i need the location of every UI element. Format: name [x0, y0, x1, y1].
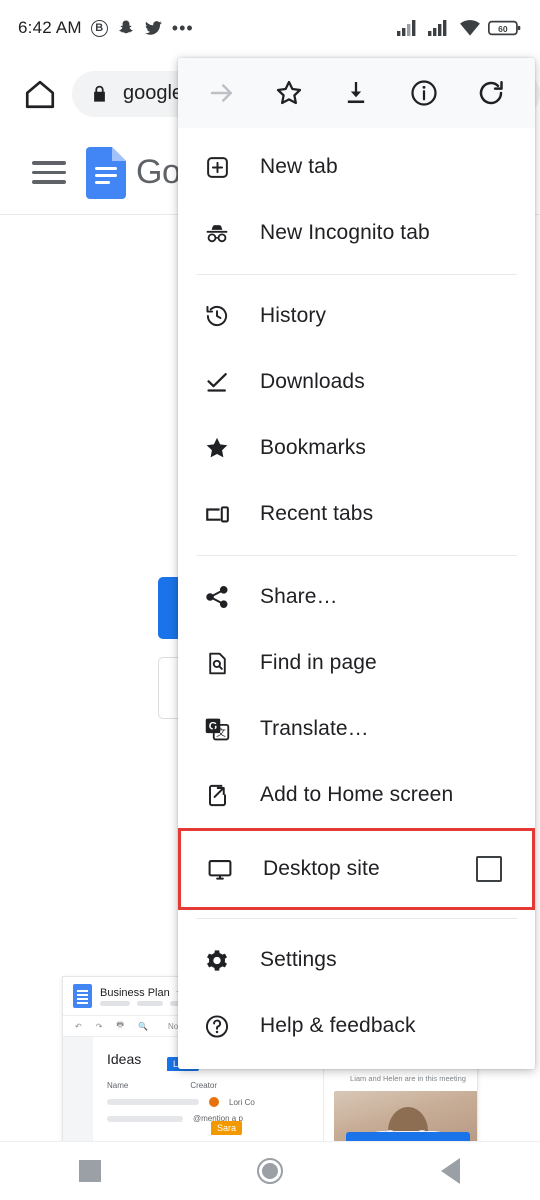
back-triangle-icon [440, 1158, 460, 1184]
desktop-site-checkbox[interactable] [476, 856, 502, 882]
menu-item-label: Desktop site [263, 857, 380, 880]
google-docs-brand: Go [86, 146, 181, 199]
reload-icon[interactable] [465, 67, 517, 119]
signal-bars-icon [397, 20, 416, 36]
menu-item-label: Downloads [260, 370, 365, 393]
history-icon [204, 303, 230, 329]
menu-item-label: Bookmarks [260, 436, 366, 459]
product-doc-title: Business Plan [100, 986, 170, 999]
twitter-icon [144, 21, 162, 35]
menu-item-label: Recent tabs [260, 502, 374, 525]
menu-divider [196, 274, 517, 275]
forward-arrow-icon[interactable] [196, 67, 248, 119]
home-button[interactable] [225, 1142, 315, 1200]
brand-text: Go [136, 153, 181, 191]
b-badge-icon: B [90, 19, 108, 37]
incognito-icon [204, 220, 230, 247]
star-filled-icon [204, 435, 230, 461]
product-doc-table: Name Creator Lori Co @mention a p [107, 1081, 323, 1123]
android-nav-bar [0, 1141, 540, 1200]
status-bar-clock: 6:42 AM [18, 18, 82, 37]
menu-item-new-incognito-tab[interactable]: New Incognito tab [178, 200, 535, 266]
status-bar: 6:42 AM B ••• 60 [0, 0, 540, 56]
menu-item-label: Share… [260, 585, 338, 608]
new-tab-icon [204, 155, 230, 180]
battery-icon: 60 [488, 20, 521, 36]
recent-tabs-icon [204, 501, 230, 528]
info-icon[interactable] [398, 67, 450, 119]
menu-item-new-tab[interactable]: New tab [178, 134, 535, 200]
battery-level-text: 60 [498, 24, 508, 34]
phone-screen: 6:42 AM B ••• 60 google Go Business Plan… [0, 0, 540, 1200]
menu-item-downloads[interactable]: Downloads [178, 349, 535, 415]
chrome-app-menu: New tab New Incognito tab History Downlo… [178, 58, 535, 1069]
table-header-name: Name [107, 1081, 129, 1090]
star-icon[interactable] [263, 67, 315, 119]
wifi-icon [460, 20, 480, 36]
recents-button[interactable] [45, 1142, 135, 1200]
menu-item-add-to-home-screen[interactable]: Add to Home screen [178, 762, 535, 828]
menu-item-find-in-page[interactable]: Find in page [178, 630, 535, 696]
menu-item-share[interactable]: Share… [178, 564, 535, 630]
back-button[interactable] [405, 1142, 495, 1200]
translate-icon: G 文 [204, 716, 230, 742]
collaborator-tag-sara: Sara [211, 1121, 243, 1135]
app-menu-list: New tab New Incognito tab History Downlo… [178, 128, 535, 1069]
menu-divider [196, 555, 517, 556]
download-icon[interactable] [330, 67, 382, 119]
menu-item-label: Translate… [260, 717, 369, 740]
snapchat-icon [119, 20, 133, 34]
menu-divider [196, 918, 517, 919]
menu-item-desktop-site[interactable]: Desktop site [178, 828, 535, 910]
more-dots-icon: ••• [171, 18, 194, 38]
desktop-icon [207, 856, 233, 883]
menu-item-label: Settings [260, 948, 337, 971]
gear-icon [204, 947, 230, 974]
menu-item-translate[interactable]: G 文 Translate… [178, 696, 535, 762]
signal-bars-icon [428, 20, 447, 36]
menu-item-bookmarks[interactable]: Bookmarks [178, 415, 535, 481]
menu-item-label: Help & feedback [260, 1014, 416, 1037]
meet-note-text: Liam and Helen are in this meeting [350, 1074, 466, 1083]
menu-item-help-feedback[interactable]: Help & feedback [178, 993, 535, 1059]
menu-item-label: New tab [260, 155, 338, 178]
app-menu-header [178, 58, 535, 128]
home-icon[interactable] [14, 77, 66, 111]
hamburger-menu-icon[interactable] [32, 161, 66, 184]
creator-name: Lori Co [229, 1097, 255, 1107]
menu-item-label: New Incognito tab [260, 221, 430, 244]
share-icon [204, 584, 230, 610]
add-to-home-icon [204, 783, 230, 808]
product-doc-sidebar [63, 1037, 93, 1141]
google-docs-icon [73, 984, 92, 1008]
status-bar-right: 60 [397, 19, 522, 37]
downloads-icon [204, 369, 230, 395]
menu-item-label: Find in page [260, 651, 377, 674]
home-circle-icon [257, 1158, 283, 1184]
meet-join-bar [346, 1132, 470, 1141]
google-docs-icon [86, 146, 126, 199]
menu-item-label: History [260, 304, 327, 327]
table-header-creator: Creator [190, 1081, 218, 1090]
find-in-page-icon [204, 651, 230, 676]
omnibox-url-text: google [123, 82, 184, 104]
table-row: Lori Co [107, 1097, 323, 1107]
menu-item-settings[interactable]: Settings [178, 927, 535, 993]
status-bar-left: 6:42 AM B ••• [18, 18, 194, 38]
recents-icon [79, 1160, 101, 1182]
menu-item-label: Add to Home screen [260, 783, 454, 806]
menu-item-history[interactable]: History [178, 283, 535, 349]
svg-text:文: 文 [216, 726, 226, 739]
menu-item-recent-tabs[interactable]: Recent tabs [178, 481, 535, 547]
lock-icon [94, 85, 105, 102]
help-icon [204, 1013, 230, 1040]
